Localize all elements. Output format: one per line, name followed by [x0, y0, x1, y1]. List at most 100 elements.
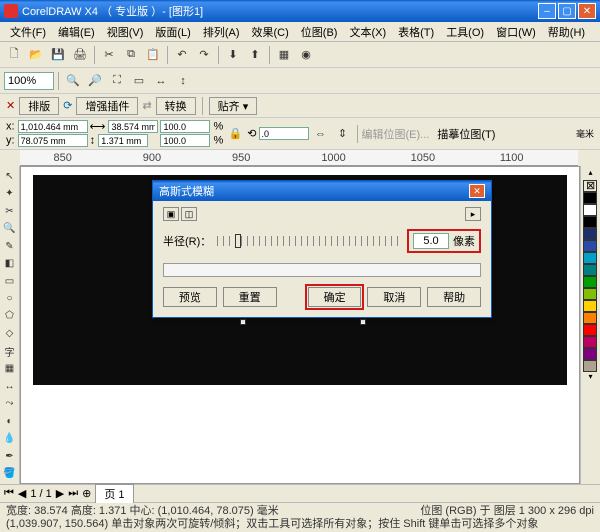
zoom-fit-icon[interactable]: ⛶ — [107, 71, 127, 91]
color-swatch[interactable] — [583, 192, 597, 204]
menu-edit[interactable]: 编辑(E) — [52, 22, 101, 42]
cancel-button[interactable]: 取消 — [367, 287, 421, 307]
color-swatch[interactable] — [583, 348, 597, 360]
color-swatch[interactable] — [583, 228, 597, 240]
menu-effects[interactable]: 效果(C) — [246, 22, 295, 42]
color-swatch[interactable] — [583, 264, 597, 276]
prop-snap[interactable]: 贴齐 ▾ — [209, 97, 258, 115]
prop-enhance[interactable]: 增强插件 — [76, 97, 138, 115]
no-fill-swatch[interactable]: ⊠ — [583, 180, 597, 192]
polygon-tool-icon[interactable]: ⬠ — [1, 308, 18, 324]
last-page-icon[interactable]: ⏭ — [68, 487, 78, 500]
basic-shapes-icon[interactable]: ◇ — [1, 325, 18, 341]
menu-help[interactable]: 帮助(H) — [542, 22, 591, 42]
slider-thumb[interactable] — [235, 234, 241, 248]
table-tool-icon[interactable]: ▦ — [1, 361, 18, 377]
undo-icon[interactable]: ↶ — [172, 45, 192, 65]
mirror-h-icon[interactable]: ⇔ — [311, 124, 331, 144]
reset-button[interactable]: 重置 — [223, 287, 277, 307]
app-launcher-icon[interactable]: ▦ — [274, 45, 294, 65]
ellipse-tool-icon[interactable]: ○ — [1, 290, 18, 306]
color-swatch[interactable] — [583, 204, 597, 216]
color-swatch[interactable] — [583, 324, 597, 336]
ok-button[interactable]: 确定 — [308, 287, 362, 307]
width-input[interactable] — [108, 120, 158, 133]
color-swatch[interactable] — [583, 276, 597, 288]
new-icon[interactable]: 🗋 — [4, 45, 24, 65]
color-swatch[interactable] — [583, 288, 597, 300]
menu-tools[interactable]: 工具(O) — [440, 22, 490, 42]
menu-bitmap[interactable]: 位图(B) — [295, 22, 344, 42]
color-swatch[interactable] — [583, 216, 597, 228]
first-page-icon[interactable]: ⏮ — [4, 487, 14, 500]
next-page-icon[interactable]: ▶ — [56, 487, 64, 500]
zoom-in-icon[interactable]: 🔍 — [63, 71, 83, 91]
text-tool-icon[interactable]: 字 — [1, 343, 18, 360]
zoom-out-icon[interactable]: 🔎 — [85, 71, 105, 91]
connector-icon[interactable]: ⤳ — [1, 396, 18, 412]
print-icon[interactable]: 🖨 — [70, 45, 90, 65]
smart-fill-icon[interactable]: ◧ — [1, 255, 18, 271]
preview-button[interactable]: 预览 — [163, 287, 217, 307]
radius-input[interactable] — [413, 233, 449, 249]
height-input[interactable] — [98, 134, 148, 147]
color-swatch[interactable] — [583, 240, 597, 252]
redo-icon[interactable]: ↷ — [194, 45, 214, 65]
mirror-v-icon[interactable]: ⇕ — [333, 124, 353, 144]
scale-y-input[interactable] — [160, 134, 210, 147]
zoom-page-icon[interactable]: ▭ — [129, 71, 149, 91]
export-icon[interactable]: ⬆ — [245, 45, 265, 65]
help-button[interactable]: 帮助 — [427, 287, 481, 307]
dialog-options-icon[interactable]: ▸ — [465, 207, 481, 221]
menu-layout[interactable]: 版面(L) — [149, 22, 196, 42]
radius-slider[interactable] — [217, 232, 401, 250]
color-swatch[interactable] — [583, 336, 597, 348]
freehand-tool-icon[interactable]: ✎ — [1, 238, 18, 254]
cut-icon[interactable]: ✂ — [99, 45, 119, 65]
zoom-tool-icon[interactable]: 🔍 — [1, 220, 18, 236]
color-swatch[interactable] — [583, 300, 597, 312]
lock-ratio-icon[interactable]: 🔒 — [225, 124, 245, 144]
prev-page-icon[interactable]: ◀ — [18, 487, 26, 500]
add-page-icon[interactable]: ⊕ — [82, 487, 91, 500]
zoom-level[interactable]: 100% — [4, 72, 54, 90]
crop-tool-icon[interactable]: ✂ — [1, 203, 18, 219]
edit-bitmap-link[interactable]: 编辑位图(E)... — [362, 126, 430, 142]
shape-tool-icon[interactable]: ✦ — [1, 185, 18, 201]
pos-x-input[interactable] — [18, 120, 88, 133]
dialog-close-icon[interactable]: ✕ — [469, 184, 485, 198]
scale-x-input[interactable] — [160, 120, 210, 133]
minimize-button[interactable]: – — [538, 3, 556, 19]
open-icon[interactable]: 📂 — [26, 45, 46, 65]
page-tab[interactable]: 页 1 — [95, 484, 133, 503]
color-swatch[interactable] — [583, 252, 597, 264]
menu-file[interactable]: 文件(F) — [4, 22, 52, 42]
rotation-input[interactable] — [259, 127, 309, 140]
pick-tool-icon[interactable]: ↖ — [1, 168, 18, 184]
outline-icon[interactable]: ✒ — [1, 448, 18, 464]
interactive-icon[interactable]: ◐ — [1, 413, 18, 429]
dimension-icon[interactable]: ↔ — [1, 378, 18, 394]
color-swatch[interactable] — [583, 312, 597, 324]
zoom-width-icon[interactable]: ↔ — [151, 71, 171, 91]
import-icon[interactable]: ⬇ — [223, 45, 243, 65]
prop-convert[interactable]: 转换 — [156, 97, 196, 115]
preview-mode-2-icon[interactable]: ◫ — [181, 207, 197, 221]
trace-bitmap-link[interactable]: 描摹位图(T) — [437, 126, 495, 142]
fill-icon[interactable]: 🪣 — [1, 466, 18, 482]
color-swatch[interactable] — [583, 360, 597, 372]
welcome-icon[interactable]: ◉ — [296, 45, 316, 65]
menu-table[interactable]: 表格(T) — [392, 22, 440, 42]
pos-y-input[interactable] — [18, 134, 88, 147]
copy-icon[interactable]: ⧉ — [121, 45, 141, 65]
menu-arrange[interactable]: 排列(A) — [197, 22, 246, 42]
palette-down-icon[interactable]: ▾ — [583, 372, 598, 384]
close-button[interactable]: ✕ — [578, 3, 596, 19]
paste-icon[interactable]: 📋 — [143, 45, 163, 65]
prop-typeset[interactable]: 排版 — [19, 97, 59, 115]
rectangle-tool-icon[interactable]: ▭ — [1, 273, 18, 289]
maximize-button[interactable]: ▢ — [558, 3, 576, 19]
preview-mode-1-icon[interactable]: ▣ — [163, 207, 179, 221]
zoom-height-icon[interactable]: ↕ — [173, 71, 193, 91]
eyedropper-icon[interactable]: 💧 — [1, 431, 18, 447]
